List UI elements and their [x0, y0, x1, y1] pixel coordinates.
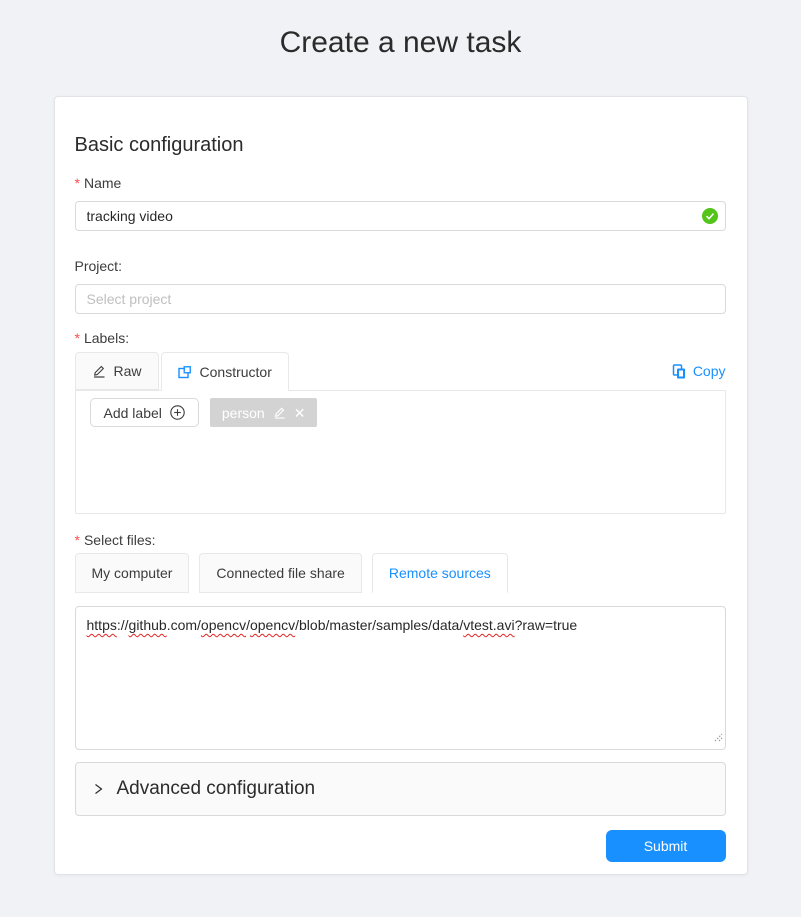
tab-my-computer[interactable]: My computer	[75, 553, 190, 593]
advanced-configuration-header[interactable]: Advanced configuration	[75, 762, 726, 816]
tab-connected-file-share[interactable]: Connected file share	[199, 553, 361, 593]
create-task-card: Basic configuration * Name Project: * La…	[54, 96, 748, 875]
section-title: Basic configuration	[75, 133, 726, 157]
name-input[interactable]	[75, 201, 726, 231]
tab-remote-sources[interactable]: Remote sources	[372, 553, 508, 593]
block-icon	[178, 365, 192, 379]
copy-labels-link[interactable]: Copy	[672, 363, 726, 379]
submit-button[interactable]: Submit	[606, 830, 726, 862]
tab-constructor[interactable]: Constructor	[161, 352, 289, 391]
edit-icon[interactable]	[273, 406, 286, 419]
check-circle-icon	[702, 208, 718, 224]
select-files-label: * Select files:	[75, 530, 726, 550]
labels-label: * Labels:	[75, 328, 726, 348]
page-title: Create a new task	[0, 24, 801, 62]
resize-handle[interactable]	[713, 727, 723, 747]
remote-urls-text: https://github.com/opencv/opencv/blob/ma…	[87, 615, 714, 635]
edit-icon	[92, 364, 106, 378]
required-asterisk: *	[75, 530, 80, 550]
add-label-button[interactable]: Add label	[90, 398, 199, 427]
copy-icon	[672, 364, 686, 379]
required-asterisk: *	[75, 328, 80, 348]
labels-tabs: Raw Constructor Copy	[75, 352, 726, 390]
close-icon[interactable]: ✕	[294, 406, 306, 420]
plus-circle-icon	[170, 405, 185, 420]
chevron-right-icon	[93, 783, 104, 795]
project-select-input[interactable]	[75, 284, 726, 314]
file-source-tabs: My computer Connected file share Remote …	[75, 553, 726, 593]
label-tag-name: person	[222, 405, 265, 421]
project-label: Project:	[75, 256, 726, 276]
labels-constructor-panel: Add label person ✕	[75, 390, 726, 514]
name-label: * Name	[75, 173, 726, 193]
tab-raw[interactable]: Raw	[75, 352, 159, 390]
required-asterisk: *	[75, 173, 80, 193]
label-tag-person: person ✕	[210, 398, 318, 427]
remote-urls-textarea[interactable]: https://github.com/opencv/opencv/blob/ma…	[75, 606, 726, 750]
